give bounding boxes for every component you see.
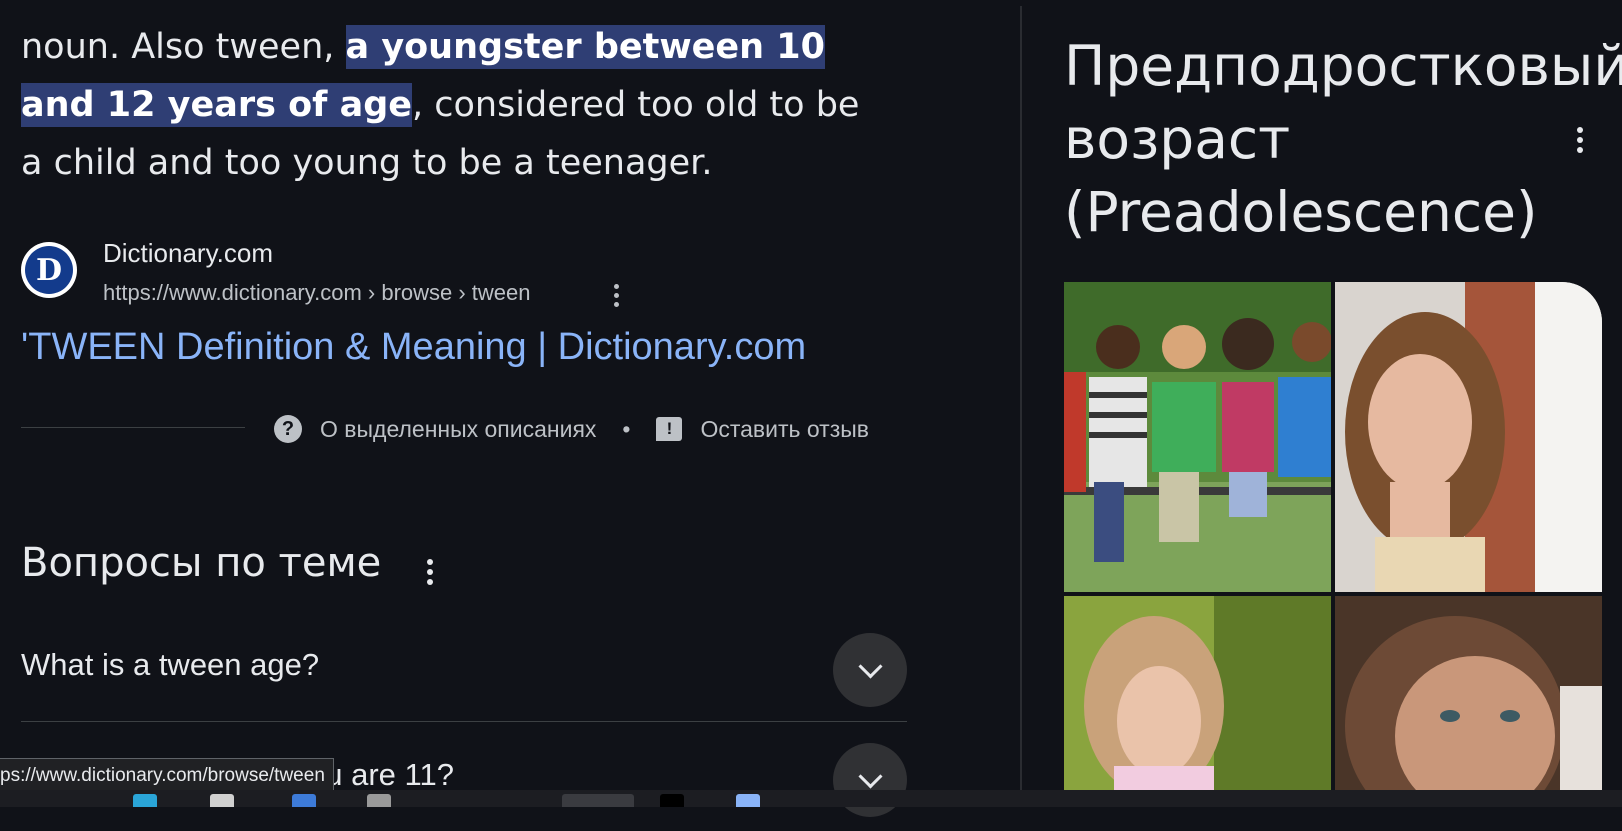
- gallery-image-girl-closeup[interactable]: [1335, 596, 1602, 790]
- separator-dot: •: [622, 415, 631, 442]
- divider: [21, 721, 907, 722]
- source-favicon[interactable]: D: [21, 242, 77, 298]
- about-snippets-link[interactable]: О выделенных описаниях: [320, 416, 596, 443]
- question-mark-icon[interactable]: ?: [274, 415, 302, 443]
- snippet-feedback-bar: ? О выделенных описаниях • ! Оставить от…: [274, 411, 869, 447]
- status-bar-url: ps://www.dictionary.com/browse/tween: [0, 758, 334, 794]
- chevron-down-icon: [857, 763, 883, 789]
- file-taskbar-icon[interactable]: [210, 794, 234, 807]
- gallery-image-girl-portrait[interactable]: [1335, 282, 1602, 592]
- active-app-taskbar-icon[interactable]: [562, 794, 634, 807]
- gallery-image-girl-outdoors[interactable]: [1064, 596, 1331, 790]
- three-dots-vertical-icon[interactable]: [604, 280, 628, 310]
- app-taskbar-icon[interactable]: [367, 794, 391, 807]
- expand-button[interactable]: [833, 633, 907, 707]
- app-taskbar-icon[interactable]: [736, 794, 760, 807]
- question-text[interactable]: What is a tween age?: [21, 647, 319, 683]
- source-url[interactable]: https://www.dictionary.com › browse › tw…: [103, 280, 531, 306]
- divider: [21, 427, 245, 428]
- chevron-down-icon: [857, 653, 883, 679]
- source-name[interactable]: Dictionary.com: [103, 238, 273, 269]
- image-gallery: [1064, 282, 1602, 790]
- gallery-image-group-of-kids[interactable]: [1064, 282, 1331, 592]
- question-row[interactable]: What is a tween age?: [21, 613, 907, 721]
- result-title-link[interactable]: 'TWEEN Definition & Meaning | Dictionary…: [21, 326, 806, 369]
- three-dots-vertical-icon[interactable]: [420, 556, 440, 588]
- app-taskbar-icon[interactable]: [292, 794, 316, 807]
- dictionary-logo-icon: D: [25, 246, 73, 294]
- feedback-link[interactable]: Оставить отзыв: [700, 416, 869, 443]
- terminal-taskbar-icon[interactable]: [660, 794, 684, 807]
- column-divider: [1020, 6, 1022, 790]
- feedback-icon[interactable]: !: [656, 417, 683, 441]
- browser-taskbar-icon[interactable]: [133, 794, 157, 807]
- taskbar: [0, 790, 1622, 807]
- featured-snippet-text: noun. Also tween, a youngster between 10…: [21, 18, 881, 192]
- search-results-column: noun. Also tween, a youngster between 10…: [0, 0, 1020, 817]
- snippet-text-before: noun. Also tween,: [21, 27, 346, 67]
- related-questions-title: Вопросы по теме: [21, 540, 382, 586]
- knowledge-panel-title: Предподростковый возраст (Preadolescence…: [1064, 34, 1622, 244]
- three-dots-vertical-icon[interactable]: [1570, 122, 1590, 158]
